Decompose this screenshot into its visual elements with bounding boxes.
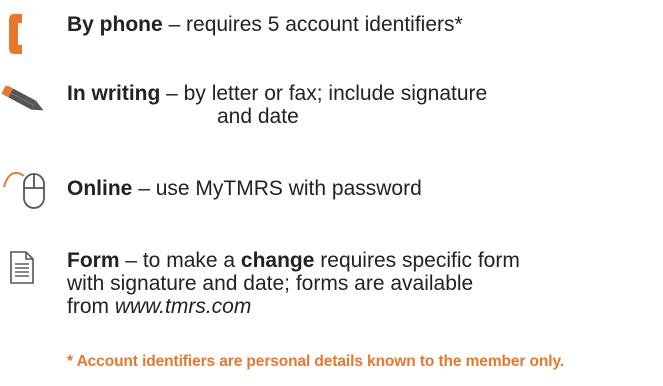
item-form-desc-a: – to make a [119, 249, 241, 272]
footnote: * Account identifiers are personal detai… [67, 353, 565, 370]
item-form-change: change [240, 249, 315, 272]
item-form-title: Form [67, 249, 120, 272]
item-phone-description: – requires 5 account identifiers* [168, 13, 463, 36]
website-link[interactable]: www.tmrs.com [115, 295, 252, 318]
item-online-description: – use MyTMRS with password [138, 177, 422, 200]
item-phone-text: By phone – requires 5 account identifier… [67, 13, 463, 36]
item-writing-description: – by letter or fax; include signature [166, 82, 488, 105]
item-form-line3-prefix: from [67, 295, 115, 318]
item-form-desc-c: requires specific form [314, 249, 520, 272]
mouse-icon [3, 171, 45, 209]
item-writing-title: In writing [67, 82, 161, 105]
item-form-line3: from www.tmrs.com [67, 295, 251, 318]
item-writing-description-line2: and date [217, 105, 299, 128]
item-writing-text: In writing – by letter or fax; include s… [67, 82, 487, 105]
item-online-text: Online – use MyTMRS with password [67, 177, 422, 200]
item-phone-title: By phone [67, 13, 163, 36]
item-form-line2: with signature and date; forms are avail… [67, 272, 474, 295]
item-form-line1: Form – to make a change requires specifi… [67, 249, 520, 272]
document-icon [10, 251, 34, 284]
phone-icon [9, 14, 22, 54]
item-online-title: Online [67, 177, 133, 200]
pencil-icon [1, 86, 44, 111]
